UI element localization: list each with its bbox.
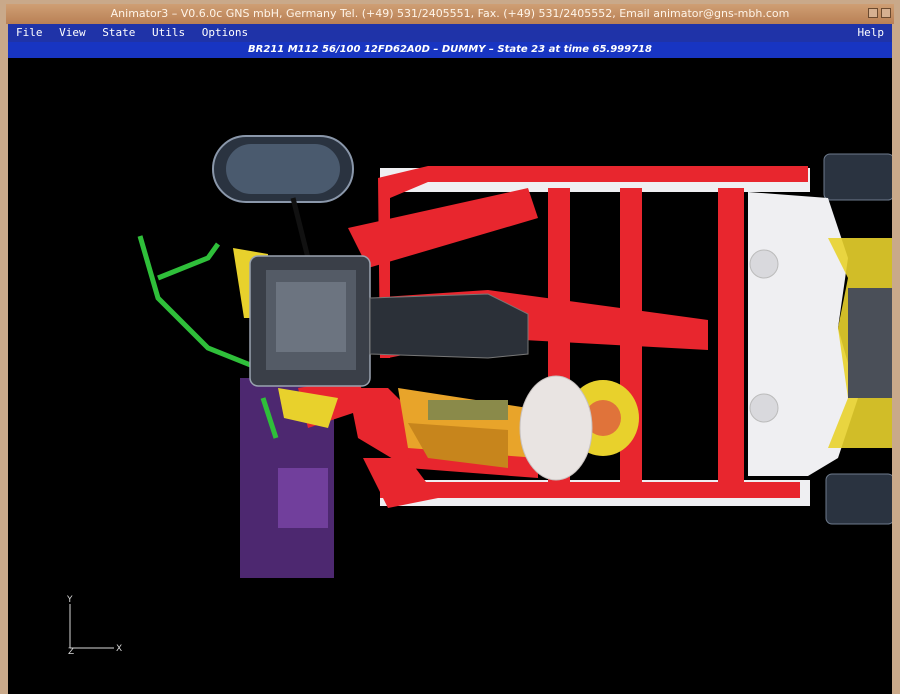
menu-state[interactable]: State — [102, 24, 135, 42]
menu-bar: File View State Utils Options Help — [8, 24, 892, 42]
minimize-button[interactable] — [868, 8, 878, 18]
dummy — [398, 380, 639, 468]
menu-file[interactable]: File — [16, 24, 43, 42]
state-info-text: BR211 M112 56/100 12FD62A0D – DUMMY – St… — [248, 44, 652, 55]
state-info-bar: BR211 M112 56/100 12FD62A0D – DUMMY – St… — [8, 42, 892, 58]
airbag — [519, 375, 593, 481]
menu-view[interactable]: View — [59, 24, 86, 42]
menu-options[interactable]: Options — [202, 24, 248, 42]
axis-z-label: Z — [68, 647, 74, 657]
crash-model-render[interactable]: Y Z X — [8, 58, 892, 694]
axis-triad: Y Z X — [66, 595, 122, 657]
menu-utils[interactable]: Utils — [152, 24, 185, 42]
3d-viewport[interactable]: Y Z X — [8, 58, 892, 694]
window-title: Animator3 – V0.6.0c GNS mbH, Germany Tel… — [110, 7, 790, 20]
axis-x-label: X — [116, 644, 122, 654]
app-window: Animator3 – V0.6.0c GNS mbH, Germany Tel… — [0, 0, 900, 694]
maximize-button[interactable] — [881, 8, 891, 18]
spare-tire — [212, 135, 354, 259]
axis-y-label: Y — [66, 595, 73, 605]
title-bar[interactable]: Animator3 – V0.6.0c GNS mbH, Germany Tel… — [6, 4, 894, 24]
menu-help[interactable]: Help — [858, 24, 885, 42]
